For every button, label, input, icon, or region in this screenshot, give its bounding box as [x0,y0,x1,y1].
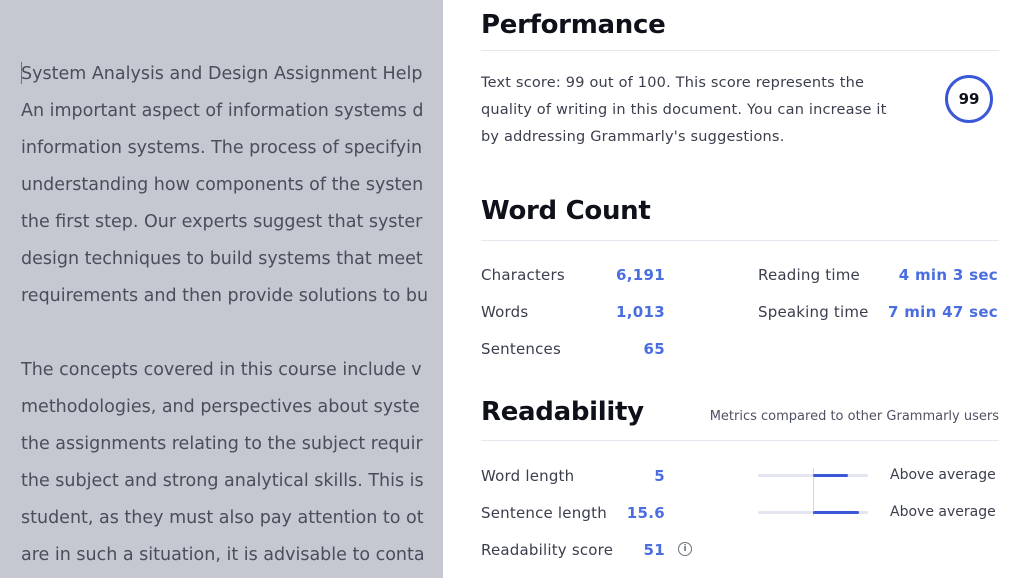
word-length-value: 5 [654,467,665,485]
divider [481,240,999,241]
info-icon[interactable]: i [678,542,692,556]
sentence-length-value: 15.6 [626,504,665,522]
document-stats-panel: Performance Text score: 99 out of 100. T… [443,0,1024,578]
word-length-label: Word length [481,467,575,485]
words-value: 1,013 [616,303,665,321]
reading-time-label: Reading time [758,266,860,284]
readability-title: Readability [481,397,644,427]
document-text: System Analysis and Design Assignment He… [21,56,443,574]
document-line: The concepts covered in this course incl… [21,360,422,380]
document-line: the subject and strong analytical skills… [21,471,424,491]
divider [481,440,999,441]
document-line: design techniques to build systems that … [21,249,423,269]
document-line: An important aspect of information syste… [21,101,424,121]
sentence-length-bar-fill [813,511,859,514]
document-line: requirements and then provide solutions … [21,286,429,306]
document-line: information systems. The process of spec… [21,138,423,158]
sentences-value: 65 [643,340,665,358]
readability-score-value: 51 [643,541,665,559]
document-line: the assignments relating to the subject … [21,434,423,454]
characters-label: Characters [481,266,565,284]
document-line: the first step. Our experts suggest that… [21,212,423,232]
document-line: methodologies, and perspectives about sy… [21,397,420,417]
word-length-bar-fill [813,474,848,477]
speaking-time-value: 7 min 47 sec [887,303,998,321]
performance-title: Performance [481,10,666,40]
characters-value: 6,191 [616,266,665,284]
sentence-length-bar [758,511,868,514]
word-count-title: Word Count [481,196,651,226]
word-length-bar [758,474,868,477]
document-line: understanding how components of the syst… [21,175,424,195]
reading-time-value: 4 min 3 sec [898,266,998,284]
word-length-rating: Above average [890,467,996,483]
speaking-time-label: Speaking time [758,303,869,321]
document-line: student, as they must also pay attention… [21,508,424,528]
performance-description: Text score: 99 out of 100. This score re… [481,75,887,145]
sentence-length-rating: Above average [890,504,996,520]
document-line: System Analysis and Design Assignment He… [21,64,423,84]
text-score-badge: 99 [945,75,993,123]
document-background: System Analysis and Design Assignment He… [0,0,443,578]
sentences-label: Sentences [481,340,561,358]
divider [481,50,999,51]
readability-note: Metrics compared to other Grammarly user… [709,409,999,424]
words-label: Words [481,303,529,321]
document-line: are in such a situation, it is advisable… [21,545,425,565]
